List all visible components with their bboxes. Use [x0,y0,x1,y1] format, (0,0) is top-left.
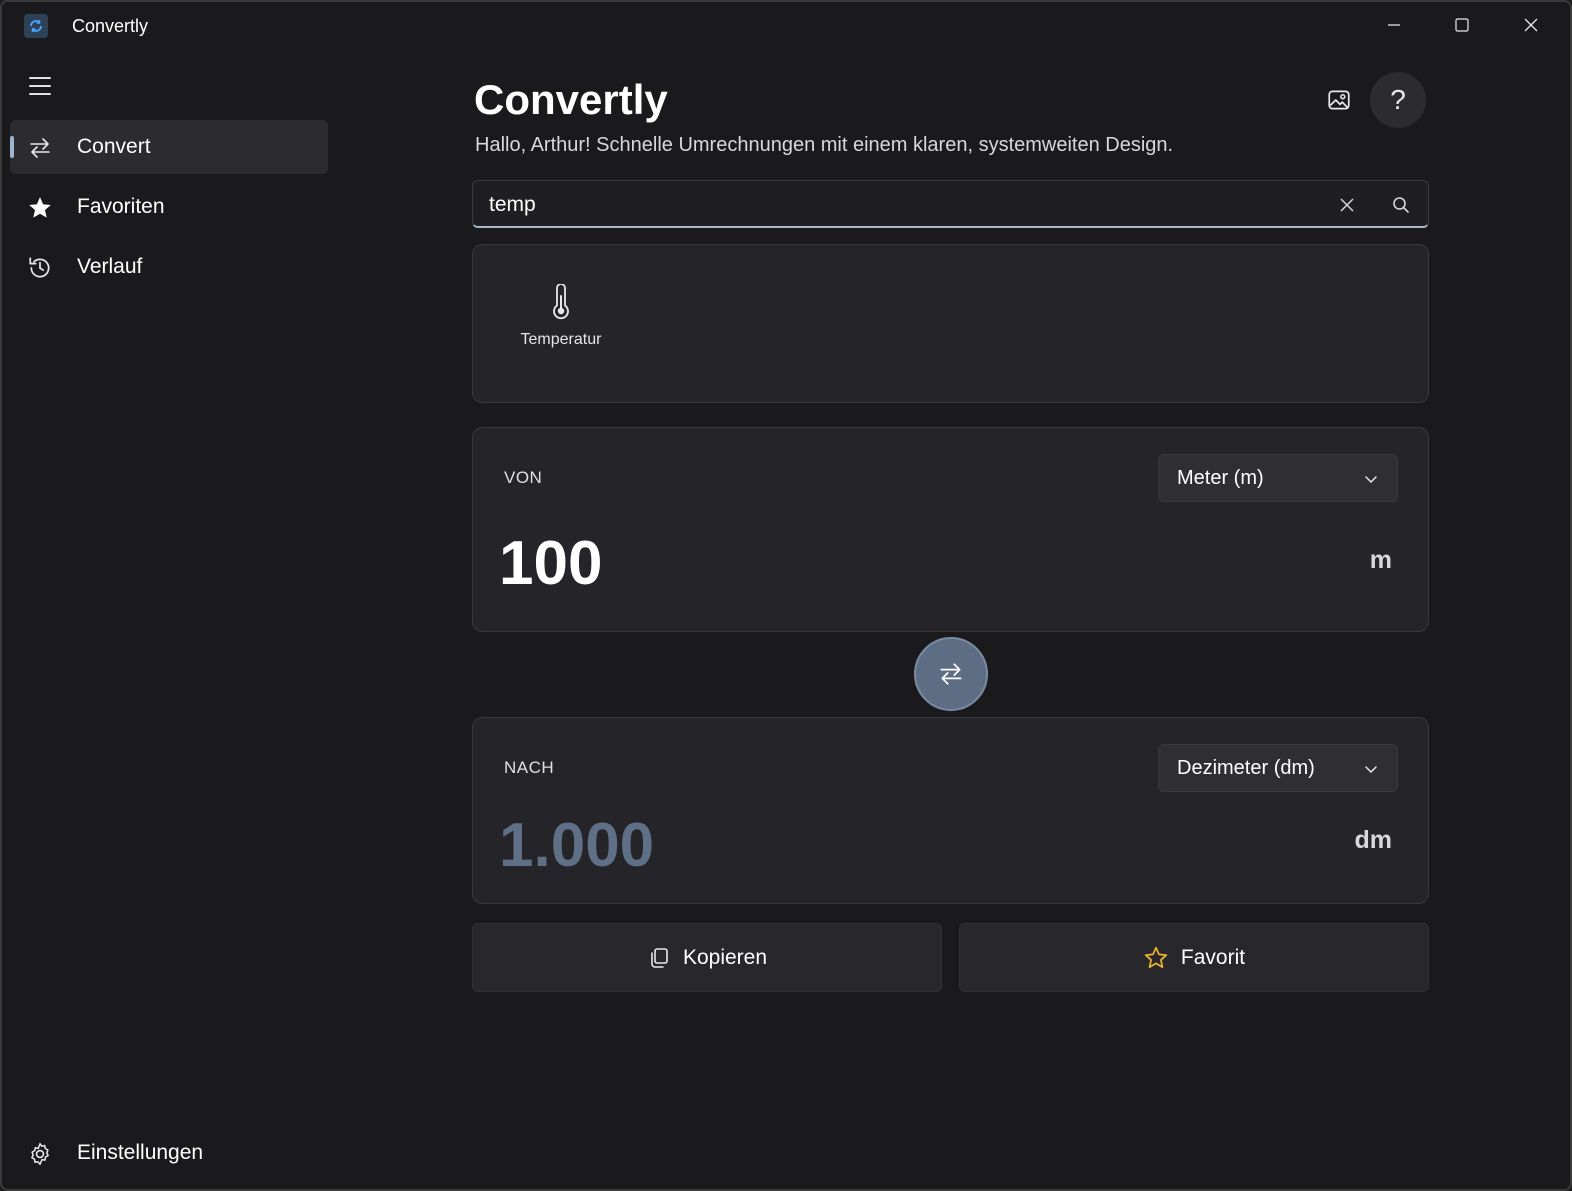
image-icon [1328,90,1350,110]
question-mark-icon: ? [1390,84,1406,115]
from-unit-selected: Meter (m) [1177,467,1264,489]
sidebar-item-convert[interactable]: Convert [10,120,328,174]
search-box[interactable] [472,180,1429,228]
hamburger-line [29,77,51,79]
copy-icon [651,947,668,968]
sidebar-item-favoriten[interactable]: Favoriten [10,180,328,234]
settings-label: Einstellungen [77,1141,204,1164]
sidebar-item-label: Convert [77,135,151,158]
hamburger-menu-button[interactable] [22,68,58,104]
close-icon [1524,18,1538,32]
from-unit-suffix: m [1369,546,1392,574]
app-window: Convertly Convert Favoriten Verlauf Eins… [0,0,1572,1191]
thermometer-icon [546,283,576,321]
to-panel: NACH Dezimeter (dm) 1.000 dm [472,717,1429,904]
swap-units-button[interactable] [914,637,988,711]
window-title: Convertly [72,16,149,36]
star-outline-icon [1144,946,1168,968]
maximize-icon [1455,18,1469,32]
close-button[interactable] [1497,2,1565,48]
history-icon [26,254,54,282]
sidebar-item-label: Verlauf [77,255,143,278]
minimize-icon [1388,24,1400,26]
chevron-down-icon [1365,476,1377,483]
sidebar-item-settings[interactable]: Einstellungen [10,1128,328,1180]
to-unit-select[interactable]: Dezimeter (dm) [1158,744,1398,792]
image-theme-button[interactable] [1311,72,1367,128]
search-button[interactable] [1389,193,1413,217]
chevron-down-icon [1365,766,1377,773]
swap-arrows-icon [26,134,54,162]
page-subtitle: Hallo, Arthur! Schnelle Umrechnungen mit… [475,134,1174,156]
to-unit-suffix: dm [1354,826,1393,854]
copy-label: Kopieren [682,945,768,969]
help-button[interactable]: ? [1370,72,1426,128]
page-title: Convertly [474,76,668,123]
from-value-input[interactable]: 100 [499,528,602,599]
close-icon [1340,198,1354,212]
search-icon [1393,197,1409,213]
hamburger-line [29,85,51,87]
swap-arrows-icon [940,663,962,685]
from-label: VON [504,468,543,487]
sidebar-item-verlauf[interactable]: Verlauf [10,240,328,294]
sidebar-item-label: Favoriten [77,195,165,218]
to-label: NACH [504,758,555,777]
minimize-button[interactable] [1360,2,1428,48]
from-unit-select[interactable]: Meter (m) [1158,454,1398,502]
category-panel: Temperatur [472,244,1429,403]
search-input[interactable] [489,191,1309,219]
star-icon [26,194,54,222]
clear-search-button[interactable] [1335,193,1359,217]
gear-icon [26,1140,54,1168]
from-panel: VON Meter (m) 100 m [472,427,1429,632]
copy-button[interactable]: Kopieren [472,923,942,992]
favorite-button[interactable]: Favorit [959,923,1429,992]
favorite-label: Favorit [1180,945,1246,969]
title-bar: Convertly [2,2,1570,50]
to-unit-selected: Dezimeter (dm) [1177,757,1315,779]
category-label: Temperatur [520,331,602,348]
to-value-output: 1.000 [499,811,655,880]
app-logo-icon [24,14,48,38]
maximize-button[interactable] [1428,2,1496,48]
category-tile-temperatur[interactable]: Temperatur [503,283,619,363]
hamburger-line [29,93,51,95]
